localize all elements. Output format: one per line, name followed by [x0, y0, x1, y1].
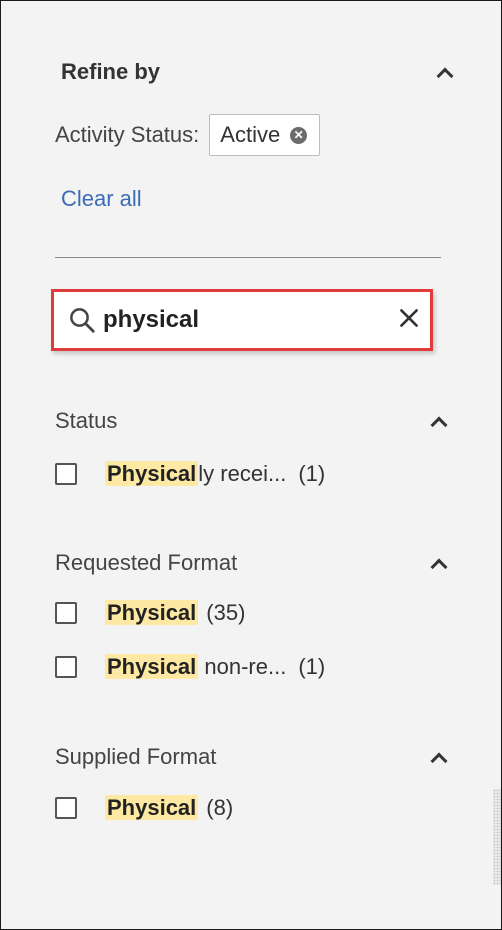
facet-header-status[interactable]: Status: [55, 406, 445, 436]
facet-title: Supplied Format: [55, 744, 217, 769]
facet-option-label: Physical: [105, 600, 199, 626]
facet-header-supplied-format[interactable]: Supplied Format: [55, 742, 445, 772]
facet-search-box: [51, 289, 433, 351]
refine-panel: Refine by Activity Status: Active ✕ Clea…: [0, 0, 502, 930]
facet-option-label: Physically recei...: [105, 461, 286, 487]
active-filter-chip: Active ✕: [209, 114, 321, 156]
option-label-rest: non-re...: [198, 654, 287, 679]
facet-count: (1): [298, 461, 326, 486]
checkbox[interactable]: [55, 656, 77, 678]
checkbox[interactable]: [55, 797, 77, 819]
divider: [55, 257, 441, 258]
facet-search-input[interactable]: [103, 306, 383, 334]
clear-all-link[interactable]: Clear all: [61, 186, 142, 212]
refine-header[interactable]: Refine by: [61, 55, 451, 89]
checkbox[interactable]: [55, 463, 77, 485]
match-highlight: Physical: [105, 654, 199, 679]
chevron-up-icon[interactable]: [437, 65, 451, 79]
active-filter: Activity Status: Active ✕: [55, 114, 321, 156]
checkbox[interactable]: [55, 602, 77, 624]
facet-option[interactable]: Physically recei... (1): [55, 459, 325, 489]
facet-option[interactable]: Physical non-re... (1): [55, 652, 325, 682]
active-filter-value: Active: [220, 122, 281, 147]
match-highlight: Physical: [105, 795, 199, 820]
facet-count: (35): [206, 600, 246, 625]
facet-option-label: Physical non-re...: [105, 654, 286, 680]
facet-header-requested-format[interactable]: Requested Format: [55, 548, 445, 578]
search-icon: [70, 308, 95, 333]
resize-handle[interactable]: [493, 789, 501, 885]
facet-count: (8): [206, 795, 234, 820]
close-icon[interactable]: [396, 305, 422, 331]
facet-option[interactable]: Physical (35): [55, 598, 245, 628]
chevron-up-icon[interactable]: [431, 750, 445, 764]
facet-title: Requested Format: [55, 550, 238, 575]
match-highlight: Physical: [105, 461, 199, 486]
facet-count: (1): [298, 654, 326, 679]
facet-title: Status: [55, 408, 118, 433]
chevron-up-icon[interactable]: [431, 556, 445, 570]
option-label-rest: ly recei...: [198, 461, 287, 486]
facet-option[interactable]: Physical (8): [55, 793, 233, 823]
refine-title: Refine by: [61, 59, 161, 84]
facet-option-label: Physical: [105, 795, 199, 821]
chevron-up-icon[interactable]: [431, 414, 445, 428]
match-highlight: Physical: [105, 600, 199, 625]
remove-filter-icon[interactable]: ✕: [290, 126, 308, 144]
active-filter-label: Activity Status:: [55, 122, 200, 147]
